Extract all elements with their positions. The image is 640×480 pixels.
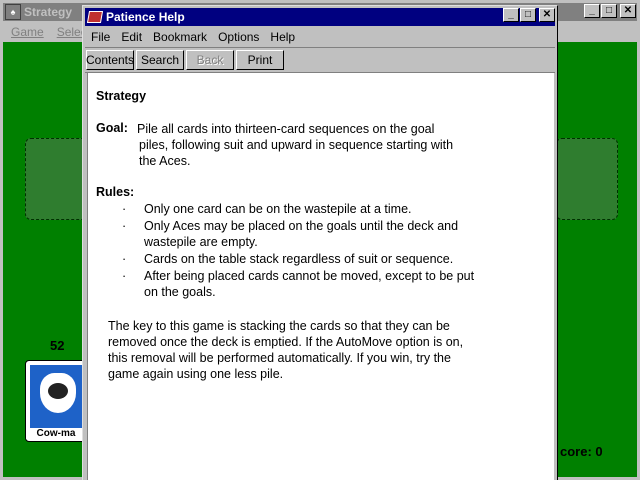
- help-window-controls: _ □ ✕: [502, 8, 555, 22]
- help-window-title: Patience Help: [106, 10, 185, 24]
- table-pile-outline[interactable]: [25, 138, 87, 220]
- deck-count: 52: [50, 338, 65, 353]
- contents-button[interactable]: Contents: [86, 50, 134, 70]
- game-menu-game[interactable]: Game: [11, 25, 44, 39]
- rules-label: Rules:: [96, 185, 135, 199]
- strategy-paragraph: The key to this game is stacking the car…: [108, 319, 464, 381]
- print-button[interactable]: Print: [236, 50, 284, 70]
- goal-text: Pile all cards into thirteen-card sequen…: [137, 121, 479, 169]
- help-menubar: File Edit Bookmark Options Help: [85, 27, 555, 47]
- card-back-label: Cow-ma: [26, 428, 86, 439]
- minimize-icon[interactable]: _: [584, 4, 600, 18]
- rule-text: Cards on the table stack regardless of s…: [144, 252, 454, 266]
- bullet-icon: ·: [122, 202, 127, 216]
- list-item: · Only one card can be on the wastepile …: [122, 201, 482, 217]
- help-book-icon[interactable]: [86, 11, 104, 23]
- list-item: · Cards on the table stack regardless of…: [122, 251, 482, 267]
- close-icon[interactable]: ✕: [620, 4, 636, 18]
- bullet-icon: ·: [122, 269, 127, 283]
- search-button[interactable]: Search: [136, 50, 184, 70]
- close-icon[interactable]: ✕: [539, 8, 555, 22]
- back-button[interactable]: Back: [186, 50, 234, 70]
- rule-text: Only one card can be on the wastepile at…: [144, 202, 412, 216]
- bullet-icon: ·: [122, 219, 127, 233]
- card-back: [30, 365, 82, 437]
- game-window-controls: _ □ ✕: [583, 4, 636, 18]
- deck-card[interactable]: Cow-ma: [25, 360, 87, 442]
- maximize-icon[interactable]: □: [520, 8, 536, 22]
- cards-app-icon[interactable]: ♠: [5, 4, 21, 20]
- rules-list: · Only one card can be on the wastepile …: [122, 201, 482, 301]
- help-titlebar[interactable]: Patience Help: [85, 8, 555, 26]
- topic-heading: Strategy: [96, 89, 147, 103]
- goal-line-2: piles, following suit and upward in sequ…: [139, 138, 454, 152]
- maximize-icon[interactable]: □: [601, 4, 617, 18]
- list-item: · Only Aces may be placed on the goals u…: [122, 218, 482, 250]
- menu-file[interactable]: File: [91, 30, 110, 44]
- help-content: Strategy Goal: Pile all cards into thirt…: [87, 72, 554, 480]
- minimize-icon[interactable]: _: [503, 8, 519, 22]
- goal-label: Goal:: [96, 121, 128, 135]
- help-toolbar: Contents Search Back Print: [85, 47, 555, 73]
- list-item: · After being placed cards cannot be mov…: [122, 268, 482, 300]
- goal-line-3: the Aces.: [139, 154, 191, 168]
- menu-options[interactable]: Options: [218, 30, 259, 44]
- help-window: Patience Help _ □ ✕ File Edit Bookmark O…: [82, 5, 558, 480]
- game-window-title: Strategy: [24, 5, 73, 19]
- bullet-icon: ·: [122, 252, 127, 266]
- rule-text: After being placed cards cannot be moved…: [144, 269, 475, 299]
- rule-text: Only Aces may be placed on the goals unt…: [144, 219, 459, 249]
- cow-icon: [40, 373, 76, 413]
- menu-help[interactable]: Help: [270, 30, 295, 44]
- menu-edit[interactable]: Edit: [121, 30, 142, 44]
- goal-pile-outline[interactable]: [556, 138, 618, 220]
- goal-line-1: Pile all cards into thirteen-card sequen…: [137, 122, 435, 136]
- menu-bookmark[interactable]: Bookmark: [153, 30, 207, 44]
- score-label: core: 0: [560, 444, 603, 459]
